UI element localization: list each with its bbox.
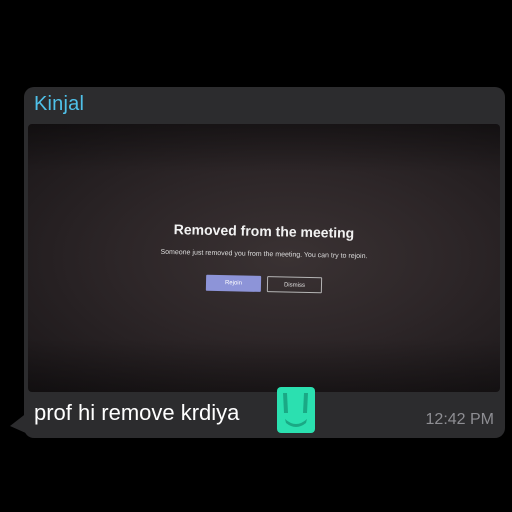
sender-name[interactable]: Kinjal: [34, 92, 84, 116]
message-timestamp: 12:42 PM: [425, 411, 494, 428]
chat-screen: Kinjal Removed from the meeting Someone …: [0, 0, 512, 512]
message-caption: prof hi remove krdiya: [34, 400, 240, 425]
attached-photo[interactable]: Removed from the meeting Someone just re…: [28, 124, 500, 392]
dialog-buttons: Rejoin Dismiss: [205, 274, 323, 294]
dismiss-button: Dismiss: [266, 276, 323, 294]
rejoin-button: Rejoin: [205, 274, 262, 292]
laughing-emoji-icon: [277, 387, 315, 433]
